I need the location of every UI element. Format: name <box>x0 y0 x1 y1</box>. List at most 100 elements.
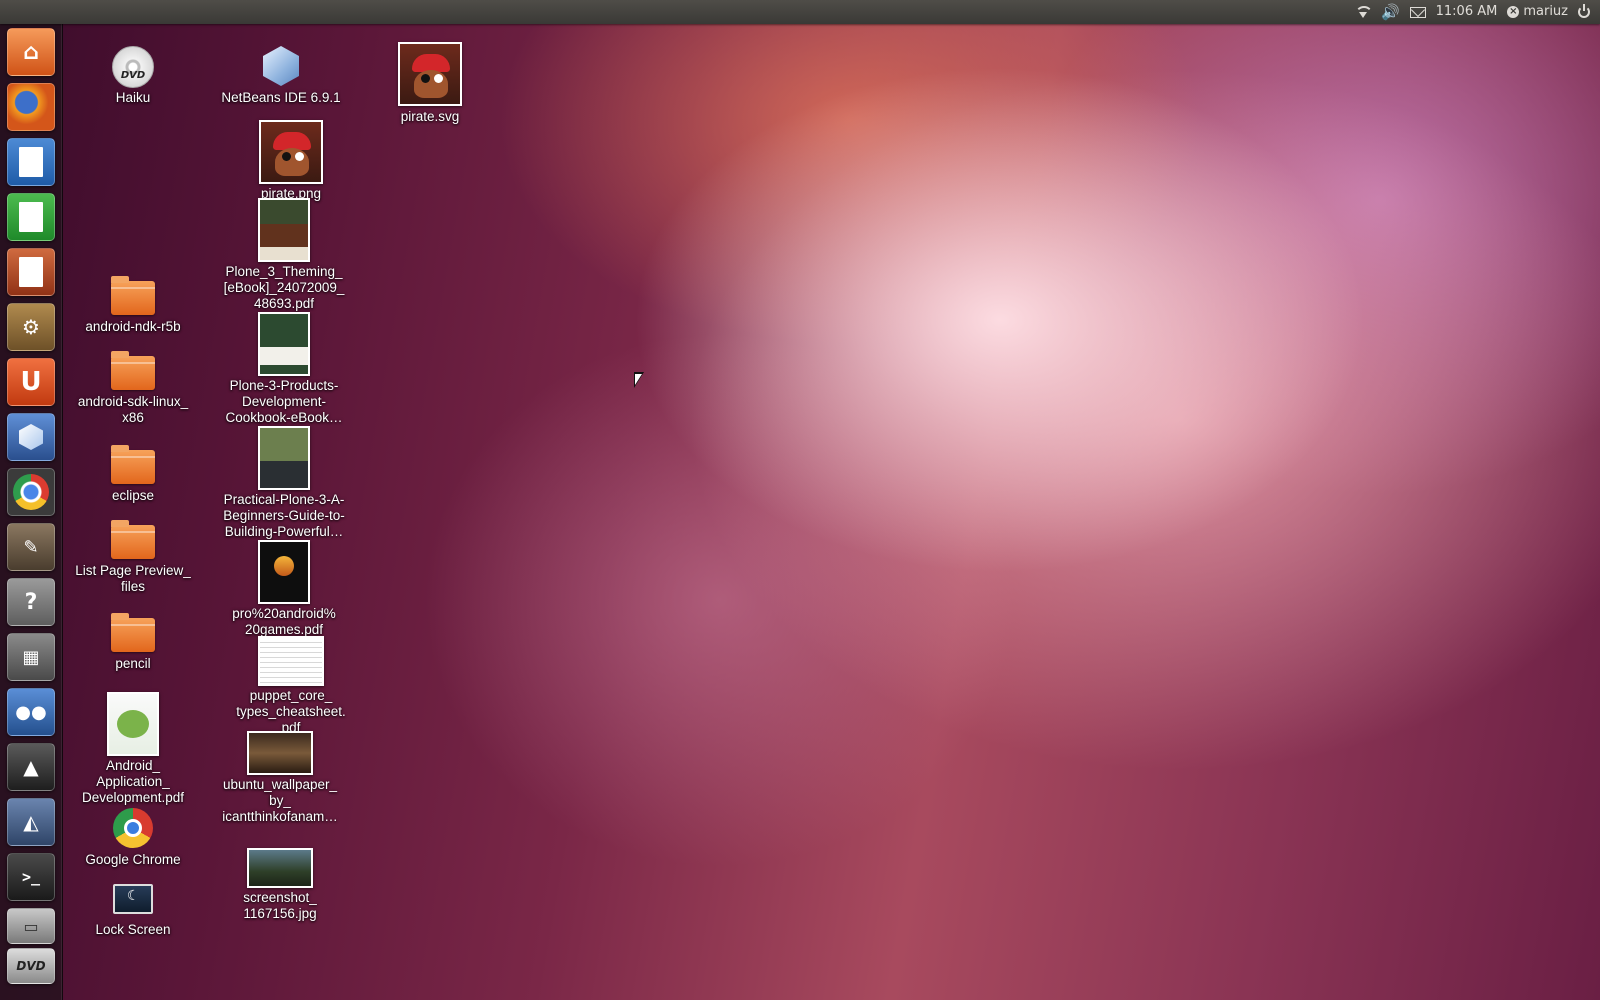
help-icon: ? <box>24 589 38 615</box>
lock-screen-icon <box>113 884 153 914</box>
user-name: mariuz <box>1523 4 1568 19</box>
desktop-item-puppet-cheatsheet[interactable]: puppet_core_ types_cheatsheet. pdf <box>227 636 355 736</box>
launcher-dvd[interactable]: DVD <box>7 948 55 984</box>
launcher-google-chrome[interactable] <box>7 468 55 516</box>
launcher: ⌂ ⚙ U ✎ ? ▦ ●● ▲ ◭ >_ ▭ DVD <box>0 24 63 1000</box>
dvd-icon: DVD <box>16 959 46 973</box>
desktop-item-label: pirate.svg <box>400 109 460 124</box>
launcher-help[interactable]: ? <box>7 578 55 626</box>
desktop-item-label: Plone_3_Theming_ [eBook]_24072009_ 48693… <box>223 264 345 311</box>
mouse-cursor-icon <box>634 372 644 388</box>
desktop-item-pro-android-games[interactable]: pro%20android% 20games.pdf <box>220 540 348 638</box>
folder-icon <box>111 276 155 315</box>
sound-indicator[interactable]: 🔊 <box>1381 0 1400 24</box>
launcher-terminal[interactable]: >_ <box>7 853 55 901</box>
calc-icon <box>19 202 43 232</box>
image-thumbnail-icon <box>247 731 313 775</box>
launcher-impress[interactable] <box>7 248 55 296</box>
desktop-item-label: NetBeans IDE 6.9.1 <box>221 90 341 105</box>
home-icon: ⌂ <box>23 39 39 65</box>
impress-icon <box>19 257 43 287</box>
desktop-item-label: pencil <box>115 656 151 671</box>
terminal-icon: >_ <box>21 868 41 886</box>
launcher-computer[interactable]: ▭ <box>7 908 55 944</box>
desktop-item-pencil[interactable]: pencil <box>69 612 197 672</box>
desktop-item-label: ubuntu_wallpaper_ by_ icantthinkofanam… <box>222 777 338 824</box>
desktop-item-label: Android_ Application_ Development.pdf <box>81 758 185 805</box>
desktop-item-label: Lock Screen <box>95 922 171 937</box>
image-thumbnail-icon <box>247 848 313 888</box>
desktop-item-label: android-sdk-linux_ x86 <box>77 394 189 425</box>
wifi-icon <box>1353 5 1371 19</box>
desktop-item-haiku[interactable]: DVD Haiku <box>69 46 197 106</box>
pdf-thumbnail-icon <box>258 540 310 604</box>
launcher-home-folder[interactable]: ⌂ <box>7 28 55 76</box>
desktop-item-plone-3-products[interactable]: Plone-3-Products- Development- Cookbook-… <box>220 312 348 426</box>
launcher-gimp[interactable]: ✎ <box>7 523 55 571</box>
launcher-netbeans[interactable] <box>7 413 55 461</box>
clock-time: 11:06 AM <box>1435 4 1498 19</box>
desktop-item-list-page-preview[interactable]: List Page Preview_ files <box>69 519 197 595</box>
desktop-item-label: List Page Preview_ files <box>75 563 191 594</box>
mail-icon <box>1409 6 1426 18</box>
desktop-item-eclipse[interactable]: eclipse <box>69 444 197 504</box>
chrome-icon <box>13 474 49 510</box>
desktop-item-pirate-svg[interactable]: pirate.svg <box>366 42 494 125</box>
pdf-thumbnail-icon <box>258 636 324 686</box>
desktop-item-android-ndk[interactable]: android-ndk-r5b <box>69 275 197 335</box>
launcher-calc[interactable] <box>7 193 55 241</box>
pdf-thumbnail-icon <box>107 692 159 756</box>
launcher-software-center[interactable]: ⚙ <box>7 303 55 351</box>
desktop-item-label: android-ndk-r5b <box>85 319 181 334</box>
desktop-item-label: Haiku <box>115 90 151 105</box>
inkscape-icon: ▲ <box>23 755 39 779</box>
desktop-item-label: Google Chrome <box>85 852 181 867</box>
desktop-item-label: eclipse <box>111 488 155 503</box>
eclipse-ide-icon: ◭ <box>23 810 39 834</box>
launcher-empathy[interactable]: ●● <box>7 688 55 736</box>
pdf-thumbnail-icon <box>258 312 310 376</box>
messaging-indicator[interactable] <box>1409 0 1426 24</box>
empathy-icon: ●● <box>15 701 47 723</box>
desktop-item-google-chrome[interactable]: Google Chrome <box>69 808 197 868</box>
gimp-icon: ✎ <box>23 536 39 558</box>
clock-indicator[interactable]: 11:06 AM <box>1436 0 1498 24</box>
computer-icon: ▭ <box>23 916 39 936</box>
software-center-icon: ⚙ <box>22 315 40 339</box>
volume-icon: 🔊 <box>1380 3 1400 21</box>
desktop-item-screenshot[interactable]: screenshot_ 1167156.jpg <box>216 848 344 922</box>
pirate-image-icon <box>398 42 462 106</box>
desktop-item-pirate-png[interactable]: pirate.png <box>227 120 355 202</box>
user-status-icon: × <box>1507 6 1520 18</box>
network-indicator[interactable] <box>1353 0 1371 24</box>
user-indicator[interactable]: × mariuz <box>1507 0 1568 24</box>
desktop-item-android-sdk[interactable]: android-sdk-linux_ x86 <box>69 350 197 426</box>
pirate-image-icon <box>259 120 323 184</box>
dvd-icon: DVD <box>112 46 154 88</box>
writer-icon <box>19 147 43 177</box>
folder-icon <box>111 445 155 484</box>
desktop-item-label: Practical-Plone-3-A- Beginners-Guide-to-… <box>223 492 345 539</box>
session-indicator[interactable] <box>1578 0 1590 24</box>
launcher-writer[interactable] <box>7 138 55 186</box>
folder-icon <box>111 351 155 390</box>
desktop-item-practical-plone[interactable]: Practical-Plone-3-A- Beginners-Guide-to-… <box>220 426 348 540</box>
power-icon <box>1578 4 1590 18</box>
chrome-icon <box>113 808 153 848</box>
desktop-item-android-application-development[interactable]: Android_ Application_ Development.pdf <box>69 692 197 806</box>
desktop-item-netbeans[interactable]: NetBeans IDE 6.9.1 <box>217 46 345 106</box>
desktop-item-lock-screen[interactable]: Lock Screen <box>69 884 197 938</box>
launcher-calculator[interactable]: ▦ <box>7 633 55 681</box>
netbeans-icon <box>263 46 299 86</box>
desktop-item-ubuntu-wallpaper[interactable]: ubuntu_wallpaper_ by_ icantthinkofanam… <box>216 731 344 825</box>
launcher-eclipse[interactable]: ◭ <box>7 798 55 846</box>
top-panel: 🔊 11:06 AM × mariuz <box>0 0 1600 24</box>
launcher-ubuntu-one[interactable]: U <box>7 358 55 406</box>
netbeans-icon <box>19 424 43 450</box>
desktop-item-plone-3-theming[interactable]: Plone_3_Theming_ [eBook]_24072009_ 48693… <box>220 198 348 312</box>
folder-icon <box>111 520 155 559</box>
folder-icon <box>111 613 155 652</box>
launcher-inkscape[interactable]: ▲ <box>7 743 55 791</box>
launcher-firefox[interactable] <box>7 83 55 131</box>
pdf-thumbnail-icon <box>258 198 310 262</box>
